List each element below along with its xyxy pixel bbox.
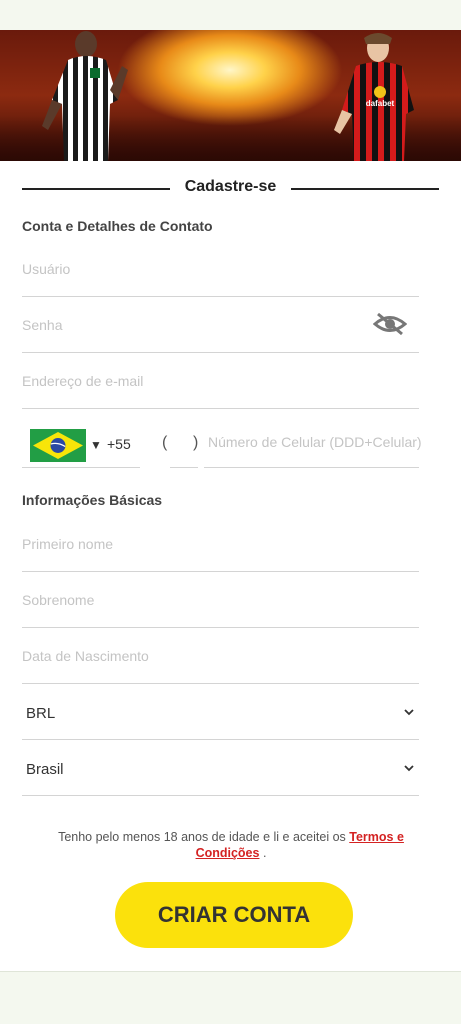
eye-slash-icon[interactable] — [373, 311, 407, 337]
password-field[interactable]: Senha — [22, 297, 419, 353]
top-bar — [0, 0, 461, 30]
first-name-field[interactable]: Primeiro nome — [22, 516, 419, 572]
section-contact-heading: Conta e Detalhes de Contato — [22, 218, 213, 234]
country-code: +55 — [107, 436, 131, 452]
chevron-down-icon — [404, 765, 414, 772]
brazil-flag-icon — [30, 429, 86, 462]
ddd-close-paren: ) — [193, 434, 199, 451]
last-name-placeholder: Sobrenome — [22, 592, 95, 608]
footer-divider — [0, 971, 461, 972]
create-account-button[interactable]: CRIAR CONTA — [115, 882, 353, 948]
sponsor-text: dafabet — [366, 99, 395, 108]
phone-number-field[interactable]: Número de Celular (DDD+Celular) — [204, 412, 422, 468]
terms-notice: Tenho pelo menos 18 anos de idade e li e… — [36, 829, 426, 861]
terms-end: . — [259, 846, 267, 860]
currency-value: BRL — [26, 705, 56, 722]
form-title-row: Cadastre-se — [22, 178, 439, 200]
country-code-select[interactable]: ▼ +55 — [22, 412, 140, 468]
last-name-field[interactable]: Sobrenome — [22, 572, 419, 628]
section-basic-heading: Informações Básicas — [22, 492, 163, 508]
ddd-input[interactable]: ( ) — [162, 412, 199, 468]
caret-down-icon: ▼ — [90, 438, 102, 452]
promo-banner: dafabet — [0, 30, 461, 161]
email-placeholder: Endereço de e-mail — [22, 373, 144, 389]
terms-text: Tenho pelo menos 18 anos de idade e li e… — [58, 830, 350, 844]
username-placeholder: Usuário — [22, 261, 71, 277]
chevron-down-icon — [404, 709, 414, 716]
password-placeholder: Senha — [22, 317, 63, 333]
username-field[interactable]: Usuário — [22, 241, 419, 297]
birthdate-placeholder: Data de Nascimento — [22, 648, 149, 664]
phone-number-placeholder: Número de Celular (DDD+Celular) — [208, 434, 422, 450]
phone-row: ▼ +55 ( ) Número de Celular (DDD+Celular… — [22, 412, 442, 470]
title-divider-right — [291, 188, 439, 190]
currency-select[interactable]: BRL — [22, 684, 419, 740]
ddd-open-paren: ( — [162, 434, 168, 451]
country-value: Brasil — [26, 761, 64, 778]
birthdate-field[interactable]: Data de Nascimento — [22, 628, 419, 684]
player-right-image: dafabet — [334, 33, 414, 161]
first-name-placeholder: Primeiro nome — [22, 536, 114, 552]
country-select[interactable]: Brasil — [22, 740, 419, 796]
email-field[interactable]: Endereço de e-mail — [22, 353, 419, 409]
page-title: Cadastre-se — [184, 178, 277, 195]
player-left-image — [42, 31, 128, 161]
